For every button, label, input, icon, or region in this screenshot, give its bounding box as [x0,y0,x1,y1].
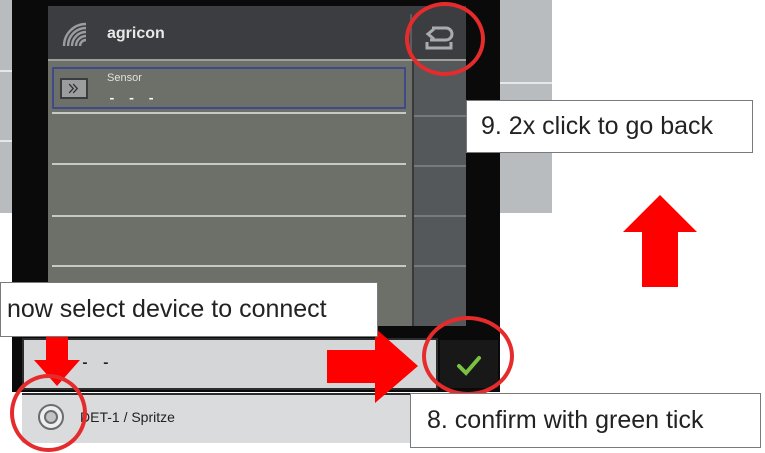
annotation-confirm: 8. confirm with green tick [410,393,761,448]
annotation-back: 9. 2x click to go back [466,100,753,153]
annotation-arrows [34,195,697,403]
highlight-circle-radio [10,374,87,452]
highlight-circle-tick [422,316,514,396]
annotation-select: now select device to connect [0,282,378,337]
arrow-right [327,328,418,403]
highlight-circle-back [405,2,485,76]
arrow-up [623,195,697,287]
